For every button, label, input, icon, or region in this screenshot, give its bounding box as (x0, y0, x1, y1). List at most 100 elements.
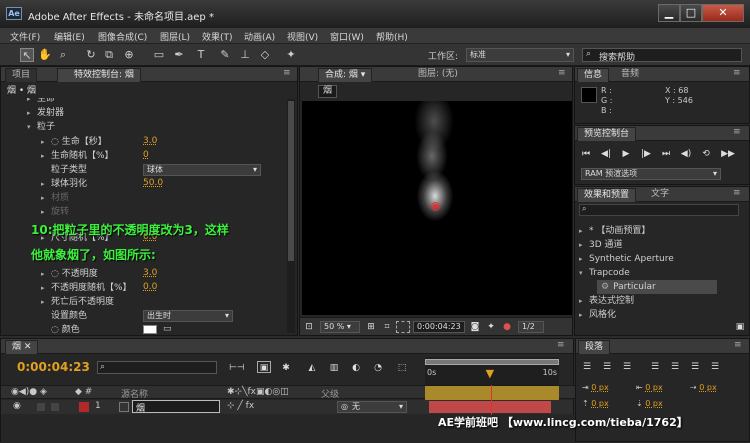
snapshot-icon[interactable]: ◙ (468, 321, 482, 333)
pen-tool-icon[interactable]: ✒ (172, 48, 186, 62)
scrollbar-thumb[interactable] (288, 101, 294, 261)
tab-audio[interactable]: 音频 (615, 68, 645, 82)
time-ruler[interactable]: 0s 10s ▼ (425, 357, 559, 385)
effects-item[interactable]: ▸ 表达式控制 (579, 294, 634, 308)
menu-layer[interactable]: 图层(L) (160, 30, 190, 43)
tab-timeline[interactable]: 烟 ✕ (5, 340, 39, 354)
menu-edit[interactable]: 编辑(E) (54, 30, 85, 43)
prev-frame-icon[interactable]: ◀| (599, 148, 613, 160)
panel-menu-icon[interactable]: ≡ (733, 68, 741, 78)
layer-switches[interactable]: ⊹ ╱ fx (227, 401, 254, 411)
align-right-icon[interactable]: ☰ (620, 361, 634, 373)
effects-search-input[interactable]: ⌕ (579, 204, 739, 216)
prop-value-sphere-feather[interactable]: 50.0 (143, 178, 163, 188)
layer-name[interactable]: 烟 (132, 400, 220, 414)
lock-toggle[interactable] (51, 403, 59, 411)
tab-composition[interactable]: 合成: 烟 ▾ (318, 68, 373, 82)
draft-3d-icon[interactable]: ✱ (279, 362, 293, 374)
tab-effects-presets[interactable]: 效果和预置 (577, 188, 637, 202)
timeline-timecode[interactable]: 0:00:04:23 (17, 360, 90, 374)
camera-tool-icon[interactable]: ⧉ (102, 48, 116, 62)
scrollbar[interactable] (287, 99, 295, 333)
hand-tool-icon[interactable]: ✋ (38, 48, 52, 62)
solo-toggle[interactable] (37, 403, 45, 411)
transparency-grid-icon[interactable] (396, 321, 410, 333)
tab-preview[interactable]: 预览控制台 (577, 127, 637, 141)
menu-composition[interactable]: 图像合成(C) (98, 30, 147, 43)
prop-value-life-random[interactable]: 0 (143, 150, 149, 160)
comp-mini-flowchart-icon[interactable]: ⊢⊣ (229, 362, 245, 374)
rotate-tool-icon[interactable]: ↻ (84, 48, 98, 62)
prop-row-life[interactable]: ▸ 生命 (27, 98, 55, 106)
first-frame-icon[interactable]: ⏮ (579, 148, 593, 160)
eraser-tool-icon[interactable]: ◇ (258, 48, 272, 62)
show-snapshot-icon[interactable]: ✦ (484, 321, 498, 333)
puppet-tool-icon[interactable]: ✦ (284, 48, 298, 62)
zoom-select[interactable]: 50 % ▾ (320, 321, 360, 333)
grid-icon[interactable]: ⌗ (380, 321, 394, 333)
prop-row-emitter[interactable]: ▸ 发射器 (27, 106, 64, 120)
eyedropper-icon[interactable]: ▭ (163, 324, 172, 334)
graph-editor-icon[interactable]: ◔ (371, 362, 385, 374)
live-update-icon[interactable]: ▣ (257, 361, 271, 373)
eye-icon[interactable]: ◉ (13, 401, 21, 411)
search-help-field[interactable]: ⌕ 搜索帮助 (582, 48, 742, 63)
menu-view[interactable]: 视图(V) (287, 30, 318, 43)
indent-left-field[interactable]: ⇥ 0 px (582, 383, 609, 392)
align-center-icon[interactable]: ☰ (600, 361, 614, 373)
justify-center-icon[interactable]: ☰ (668, 361, 682, 373)
justify-left-icon[interactable]: ☰ (648, 361, 662, 373)
playhead-icon[interactable]: ▼ (486, 367, 494, 380)
motion-blur-icon[interactable]: ◐ (349, 362, 363, 374)
indent-right-field[interactable]: ⇤ 0 px (636, 383, 663, 392)
effects-item[interactable]: ▸ 风格化 (579, 308, 616, 322)
prop-value-life-sec[interactable]: 3.0 (143, 136, 157, 146)
effects-item[interactable]: ▾ Trapcode (579, 266, 630, 280)
space-after-field[interactable]: ⇣ 0 px (636, 399, 663, 408)
mask-tool-icon[interactable]: ▭ (152, 48, 166, 62)
comp-timecode[interactable]: 0:00:04:23 (413, 321, 465, 333)
timeline-layer-row[interactable]: ◉ 1 烟 ⊹ ╱ fx ◎ 无 ▾ (1, 400, 573, 414)
space-before-field[interactable]: ⇡ 0 px (582, 399, 609, 408)
play-icon[interactable]: ▶ (619, 148, 633, 160)
panel-menu-icon[interactable]: ≡ (557, 340, 565, 350)
prop-row-particle[interactable]: ▾ 粒子 (27, 120, 55, 134)
menu-effect[interactable]: 效果(T) (202, 30, 233, 43)
loop-icon[interactable]: ⟲ (699, 148, 713, 160)
panel-menu-icon[interactable]: ≡ (558, 68, 566, 78)
brush-tool-icon[interactable]: ✎ (218, 48, 232, 62)
pan-behind-tool-icon[interactable]: ⊕ (122, 48, 136, 62)
selection-tool-icon[interactable]: ↖ (20, 48, 34, 62)
panel-menu-icon[interactable]: ≡ (733, 188, 741, 198)
frame-blending-icon[interactable]: ▥ (327, 362, 341, 374)
menu-window[interactable]: 窗口(W) (330, 30, 364, 43)
tab-text[interactable]: 文字 (645, 188, 675, 202)
parent-select[interactable]: ◎ 无 ▾ (337, 401, 407, 413)
ram-preview-options[interactable]: RAM 预渲选项 ▾ (581, 168, 721, 180)
menu-help[interactable]: 帮助(H) (376, 30, 408, 43)
tab-project[interactable]: 项目 (5, 68, 38, 82)
channel-icon[interactable]: ● (500, 321, 514, 333)
effects-item[interactable]: ▸ 3D 通道 (579, 238, 623, 252)
emitter-position-icon[interactable] (431, 202, 440, 211)
particle-type-select[interactable]: 球体 ▾ (143, 164, 261, 176)
text-tool-icon[interactable]: T (194, 48, 208, 62)
new-folder-icon[interactable]: ▣ (733, 321, 747, 333)
menu-animation[interactable]: 动画(A) (244, 30, 275, 43)
last-frame-icon[interactable]: ⏭ (659, 148, 673, 160)
timeline-search-input[interactable]: ⌕ (97, 361, 217, 374)
effects-item[interactable]: ▸ * 【动画预置】 (579, 224, 650, 238)
comp-name-button[interactable]: 烟 (318, 85, 338, 98)
audio-icon[interactable]: ◀) (679, 148, 693, 160)
prop-row-opacity-over-life[interactable]: ▸ 死亡后不透明度 (41, 295, 114, 309)
ram-preview-icon[interactable]: ▶▶ (721, 148, 735, 160)
clone-stamp-tool-icon[interactable]: ⊥ (238, 48, 252, 62)
prop-value-opacity-random[interactable]: 0.0 (143, 282, 157, 292)
panel-menu-icon[interactable]: ≡ (283, 68, 291, 78)
label-color-swatch[interactable] (79, 402, 89, 412)
work-area-bar[interactable] (425, 359, 559, 365)
close-button[interactable]: ✕ (702, 4, 744, 22)
minimize-button[interactable]: ▁ (658, 4, 680, 22)
maximize-button[interactable]: □ (680, 4, 702, 22)
effects-item[interactable]: ▸ Synthetic Aperture (579, 252, 674, 266)
